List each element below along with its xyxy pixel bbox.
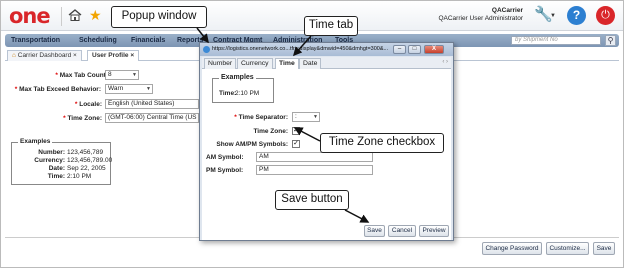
help-icon[interactable]: ? xyxy=(567,6,586,25)
user-info: QACarrier QACarrier User Administrator xyxy=(438,7,523,23)
chevron-down-icon: ▼ xyxy=(146,86,151,92)
tab-time[interactable]: Time xyxy=(275,58,299,69)
max-tab-count-select[interactable]: 8 ▼ xyxy=(105,70,139,80)
popup-title-bar[interactable]: https://logistics.onenetwork.co...tfrn:d… xyxy=(200,43,453,56)
pm-symbol-label: PM Symbol: xyxy=(206,167,244,174)
show-ampm-checkbox[interactable]: ✓ xyxy=(292,140,300,148)
time-separator-select[interactable]: : ▼ xyxy=(292,112,320,122)
popup-url: https://logistics.onenetwork.co...tfrn:d… xyxy=(212,46,389,52)
am-symbol-input[interactable]: AM xyxy=(256,152,373,162)
popup-cancel-button[interactable]: Cancel xyxy=(388,225,416,237)
am-symbol-label: AM Symbol: xyxy=(206,154,244,161)
popup-save-button[interactable]: Save xyxy=(364,225,385,237)
examples-legend: Examples xyxy=(18,138,53,146)
close-icon[interactable]: × xyxy=(130,52,134,59)
tab-scroll-arrows[interactable]: ‹ › xyxy=(442,59,448,65)
chevron-down-icon: ▼ xyxy=(313,114,318,120)
minimize-icon[interactable]: – xyxy=(393,45,406,54)
nav-item-financials[interactable]: Financials xyxy=(131,36,165,45)
tab-label: Carrier Dashboard xyxy=(17,52,72,59)
nav-item-scheduling[interactable]: Scheduling xyxy=(79,36,117,45)
examples-fieldset: Examples Number: 123,456,789 Currency: 1… xyxy=(11,138,113,185)
star-icon[interactable]: ★ xyxy=(89,7,102,23)
date-example-value: Sep 22, 2005 xyxy=(67,165,106,172)
locale-label: * Locale: xyxy=(74,101,102,108)
power-icon[interactable]: ⏻ xyxy=(596,6,615,25)
time-zone-checkbox[interactable]: ✓ xyxy=(292,127,300,135)
user-name: QACarrier xyxy=(491,7,523,14)
number-example-label: Number: xyxy=(38,149,65,156)
time-zone-select[interactable]: (GMT-06:00) Central Time (US xyxy=(105,113,199,123)
max-tab-exceed-select[interactable]: Warn ▼ xyxy=(105,84,153,94)
popup-time-example-value: 2:10 PM xyxy=(235,90,260,97)
app-window: one ★ QACarrier QACarrier User Administr… xyxy=(0,0,624,268)
tab-date[interactable]: Date xyxy=(299,58,322,69)
time-zone-checkbox-label: Time Zone: xyxy=(253,128,288,135)
locale-select[interactable]: English (United States) xyxy=(105,99,199,109)
close-icon[interactable]: X xyxy=(424,45,444,54)
chevron-down-icon[interactable]: ▼ xyxy=(550,13,556,19)
close-icon[interactable]: × xyxy=(73,52,77,59)
popup-examples-legend: Examples xyxy=(219,74,256,82)
browser-icon xyxy=(203,46,210,53)
tab-number[interactable]: Number xyxy=(204,58,237,69)
format-tab-bar: Number Currency Time Date ‹ › xyxy=(202,57,451,69)
popup-preview-button[interactable]: Preview xyxy=(419,225,449,237)
customize-button[interactable]: Customize... xyxy=(546,242,589,255)
number-example-value: 123,456,789 xyxy=(67,149,104,156)
tab-label: User Profile xyxy=(92,52,129,59)
date-example-label: Date: xyxy=(48,165,65,172)
tab-currency[interactable]: Currency xyxy=(237,58,273,69)
maximize-icon[interactable]: □ xyxy=(408,45,421,54)
save-button[interactable]: Save xyxy=(593,242,615,255)
tab-carrier-dashboard[interactable]: ⌂ Carrier Dashboard × xyxy=(7,50,82,61)
save-button-callout: Save button xyxy=(275,190,349,210)
show-ampm-label: Show AM/PM Symbols: xyxy=(216,141,288,148)
time-example-value: 2:10 PM xyxy=(67,173,92,180)
user-role: QACarrier User Administrator xyxy=(438,15,523,22)
time-zone-label: * Time Zone: xyxy=(63,115,102,122)
time-tab-callout: Time tab xyxy=(304,16,358,36)
chevron-down-icon: ▼ xyxy=(132,72,137,78)
max-tab-exceed-label: * Max Tab Exceed Behavior: xyxy=(14,86,101,93)
popup-examples-fieldset: Examples Time: 2:10 PM xyxy=(212,74,274,103)
nav-item-transportation[interactable]: Transportation xyxy=(11,36,60,45)
currency-example-label: Currency: xyxy=(34,157,65,164)
home-icon: ⌂ xyxy=(12,52,16,59)
time-example-label: Time: xyxy=(47,173,65,180)
popup-time-example-label: Time: xyxy=(219,90,237,97)
currency-example-value: 123,456,789.00 xyxy=(67,157,113,164)
shipment-search-input[interactable]: by Shipment No xyxy=(511,36,601,45)
time-zone-checkbox-callout: Time Zone checkbox xyxy=(320,133,444,153)
change-password-button[interactable]: Change Password xyxy=(482,242,542,255)
home-icon[interactable] xyxy=(68,9,82,21)
max-tab-count-label: * Max Tab Count: xyxy=(55,72,108,79)
pm-symbol-input[interactable]: PM xyxy=(256,165,373,175)
tab-user-profile[interactable]: User Profile × xyxy=(87,50,140,61)
popup-window-callout: Popup window xyxy=(111,6,207,28)
one-logo[interactable]: one xyxy=(9,4,51,28)
header-divider xyxy=(61,7,62,26)
search-icon[interactable]: ⚲ xyxy=(605,35,616,46)
time-separator-label: * Time Separator: xyxy=(234,114,288,121)
